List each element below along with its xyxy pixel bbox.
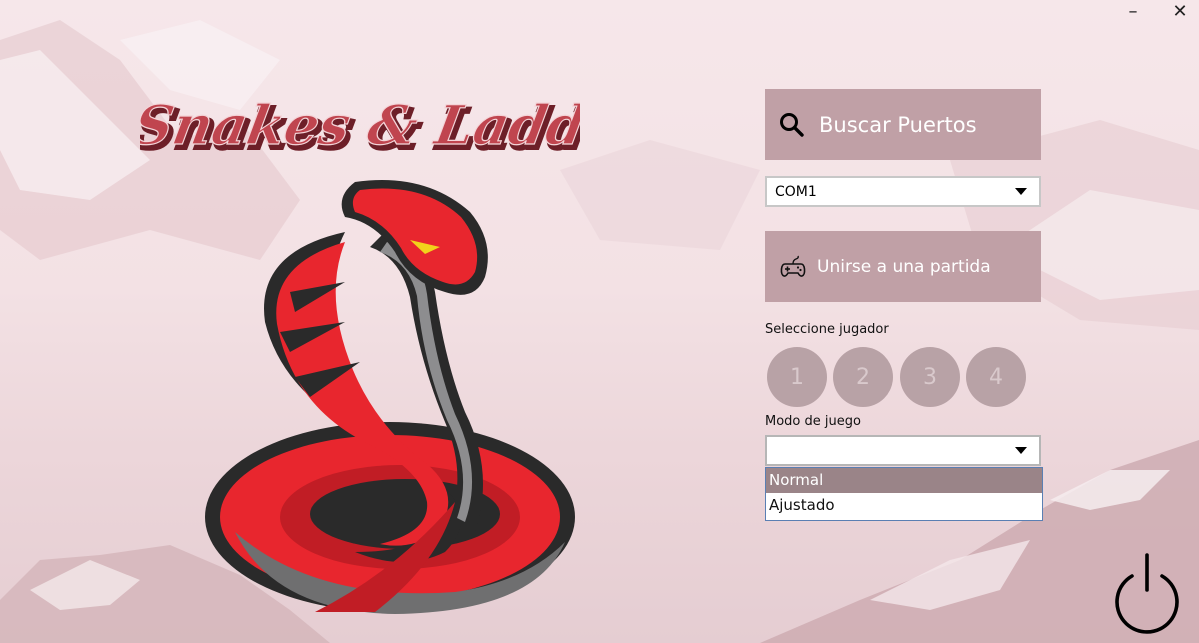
- gamepad-icon: [779, 255, 807, 279]
- port-select[interactable]: COM1: [765, 176, 1041, 207]
- minimize-button[interactable]: –: [1113, 0, 1153, 22]
- power-button[interactable]: [1110, 552, 1184, 636]
- power-icon: [1115, 553, 1179, 634]
- game-mode-select[interactable]: [765, 435, 1041, 466]
- player-4-button[interactable]: 4: [966, 347, 1026, 407]
- join-game-button[interactable]: Unirse a una partida: [765, 231, 1041, 302]
- port-select-value: COM1: [775, 183, 817, 200]
- join-game-label: Unirse a una partida: [817, 256, 991, 277]
- player-1-button[interactable]: 1: [767, 347, 827, 407]
- game-mode-dropdown-list: Normal Ajustado: [765, 467, 1043, 521]
- chevron-down-icon: [1015, 188, 1027, 195]
- search-ports-label: Buscar Puertos: [819, 112, 977, 137]
- close-button[interactable]: ✕: [1160, 0, 1199, 22]
- svg-text:Snakes & Ladders: Snakes & Ladders: [140, 93, 580, 157]
- game-mode-label: Modo de juego: [765, 414, 861, 429]
- game-mode-option-normal[interactable]: Normal: [766, 468, 1042, 493]
- game-mode-option-ajustado[interactable]: Ajustado: [766, 493, 1042, 518]
- search-ports-button[interactable]: Buscar Puertos: [765, 89, 1041, 160]
- search-icon: [779, 112, 805, 138]
- cobra-mascot-icon: [205, 180, 575, 614]
- game-logo-title: Snakes & Ladders Snakes & Ladders: [140, 93, 580, 163]
- player-3-button[interactable]: 3: [900, 347, 960, 407]
- chevron-down-icon: [1015, 447, 1027, 454]
- player-select-label: Seleccione jugador: [765, 322, 889, 337]
- player-2-button[interactable]: 2: [833, 347, 893, 407]
